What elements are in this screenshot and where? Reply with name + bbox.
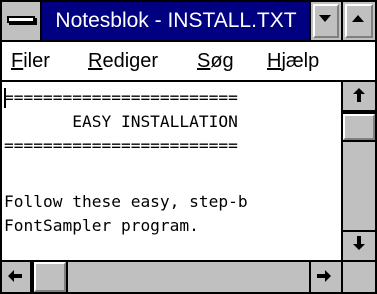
text-line: FontSampler program. [4, 216, 199, 235]
system-menu-icon [7, 16, 35, 23]
scroll-right-button[interactable] [309, 262, 339, 292]
text-line: EASY INSTALLATION [4, 112, 238, 131]
menu-rediger-label: ediger [102, 50, 159, 72]
size-box [341, 260, 375, 292]
text-caret [4, 88, 6, 108]
menu-hjaelp[interactable]: Hjælp [267, 42, 319, 80]
maximize-button[interactable] [341, 2, 375, 40]
notepad-window: Notesblok - INSTALL.TXT Filer Rediger Sø… [0, 0, 377, 294]
text-line: ======================== [4, 136, 238, 155]
scroll-down-button[interactable] [343, 230, 375, 258]
arrow-down-icon [353, 236, 365, 250]
minimize-button[interactable] [309, 2, 341, 40]
system-menu-button[interactable] [2, 2, 42, 40]
menu-filer-accel: F [11, 50, 24, 72]
title-bar[interactable]: Notesblok - INSTALL.TXT [2, 2, 375, 42]
horizontal-scroll-thumb[interactable] [32, 262, 68, 292]
horizontal-scrollbar[interactable] [2, 260, 341, 292]
menu-filer[interactable]: Filer [11, 42, 50, 80]
menu-filer-label: iler [23, 50, 50, 72]
vertical-scrollbar[interactable] [341, 82, 375, 260]
menu-soeg-accel: S [197, 50, 211, 72]
window-title: Notesblok - INSTALL.TXT [55, 9, 297, 32]
triangle-down-icon [319, 15, 331, 22]
menu-bar: Filer Rediger Søg Hjælp [2, 42, 375, 82]
text-line: Follow these easy, step-b [4, 192, 248, 211]
menu-soeg-label: øg [210, 50, 234, 72]
menu-soeg[interactable]: Søg [197, 42, 234, 80]
arrow-right-icon [317, 270, 331, 282]
text-line: ======================== [4, 88, 238, 107]
menu-rediger[interactable]: Rediger [88, 42, 158, 80]
arrow-up-icon [353, 88, 365, 102]
menu-rediger-accel: R [88, 50, 103, 72]
scroll-left-button[interactable] [2, 262, 32, 292]
triangle-up-icon [352, 15, 364, 22]
text-editor-area[interactable]: ======================== EASY INSTALLATI… [2, 82, 341, 260]
menu-hjaelp-label: jælp [281, 50, 320, 72]
vertical-scroll-thumb[interactable] [343, 112, 375, 142]
scroll-up-button[interactable] [343, 82, 375, 112]
arrow-left-icon [8, 270, 22, 282]
menu-hjaelp-accel: H [267, 50, 282, 72]
